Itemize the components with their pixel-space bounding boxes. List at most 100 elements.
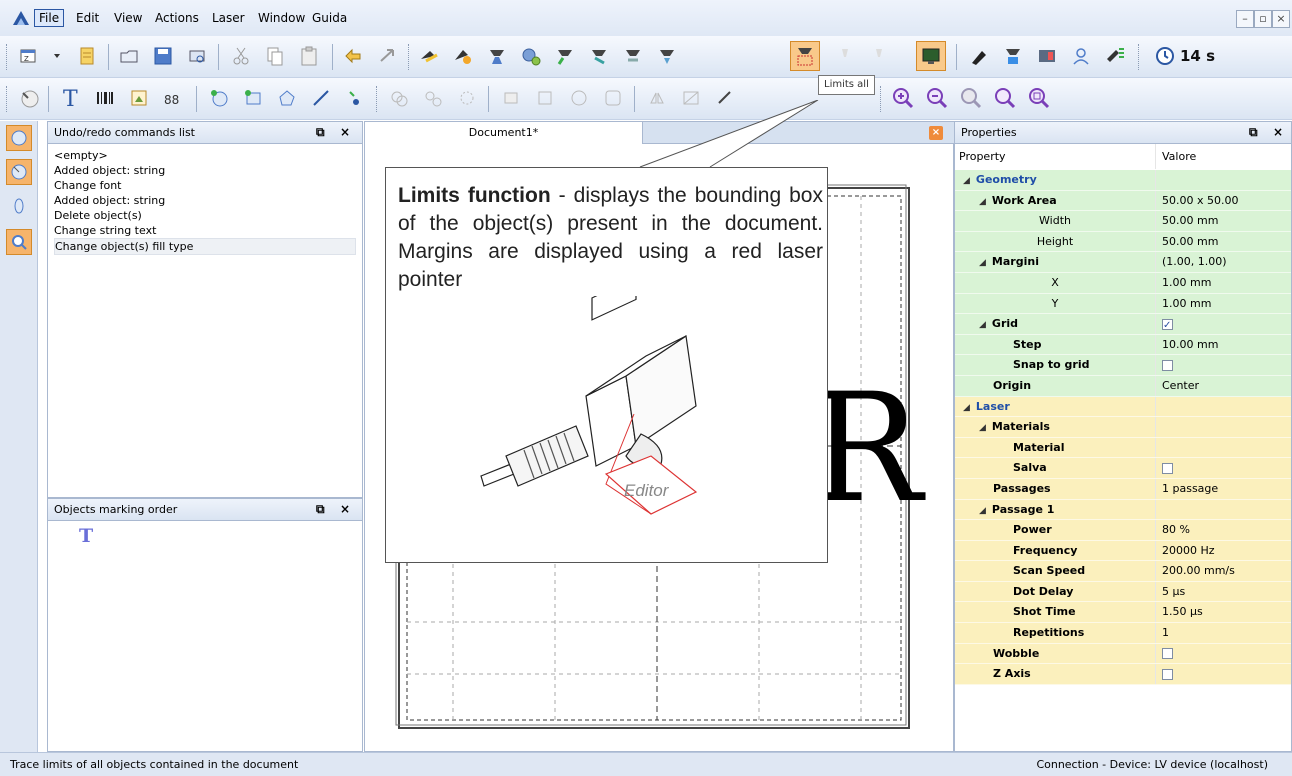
text-tool-icon[interactable]: T xyxy=(56,83,86,113)
property-value[interactable] xyxy=(1155,437,1291,458)
collapse-triangle-icon[interactable]: ◢ xyxy=(963,176,970,186)
image-tool-icon[interactable] xyxy=(124,83,154,113)
monitor-preview-icon[interactable] xyxy=(916,41,946,71)
property-value[interactable]: 50.00 x 50.00 xyxy=(1155,190,1291,211)
property-row[interactable]: Frequency 20000 Hz xyxy=(955,540,1291,562)
property-row[interactable]: Shot Time 1.50 µs xyxy=(955,602,1291,624)
limits-all-button[interactable] xyxy=(790,41,820,71)
laser-grey-icon[interactable] xyxy=(618,41,648,71)
close-icon[interactable]: × xyxy=(1272,10,1290,28)
settings-gears-icon[interactable] xyxy=(516,41,546,71)
user-icon[interactable] xyxy=(1066,41,1096,71)
toolbar-grip[interactable] xyxy=(6,44,9,70)
align-icon[interactable] xyxy=(530,83,560,113)
print-preview-icon[interactable] xyxy=(182,41,212,71)
menu-laser[interactable]: Laser xyxy=(208,10,249,26)
property-row[interactable]: Passages 1 passage xyxy=(955,478,1291,500)
ungroup-icon[interactable] xyxy=(418,83,448,113)
property-row[interactable]: ◢ Grid xyxy=(955,314,1291,336)
collapse-triangle-icon[interactable]: ◢ xyxy=(963,403,970,413)
checkbox[interactable] xyxy=(1162,359,1173,371)
property-value[interactable] xyxy=(1155,314,1291,336)
pin-icon[interactable]: ⧉ xyxy=(1249,122,1258,143)
property-value[interactable]: 10.00 mm xyxy=(1155,334,1291,355)
property-value[interactable] xyxy=(1155,396,1291,417)
property-value[interactable] xyxy=(1155,417,1291,437)
text-object-icon[interactable]: T xyxy=(78,525,96,545)
menu-view[interactable]: View xyxy=(110,10,146,26)
combine-icon[interactable] xyxy=(496,83,526,113)
property-row[interactable]: Snap to grid xyxy=(955,355,1291,376)
property-row[interactable]: Y 1.00 mm xyxy=(955,293,1291,315)
menu-window[interactable]: Window xyxy=(254,10,309,26)
rectangle-shape-icon[interactable] xyxy=(238,83,268,113)
property-value[interactable]: 20000 Hz xyxy=(1155,540,1291,561)
property-row[interactable]: Salva xyxy=(955,458,1291,479)
property-value[interactable]: Center xyxy=(1155,375,1291,396)
laser-green-icon[interactable] xyxy=(550,41,580,71)
property-value[interactable]: (1.00, 1.00) xyxy=(1155,252,1291,272)
point-tool-icon[interactable] xyxy=(340,83,370,113)
new-document-icon[interactable]: Z xyxy=(14,41,44,71)
zoom-selection-icon[interactable] xyxy=(1024,83,1054,113)
save-icon[interactable] xyxy=(148,41,178,71)
property-row[interactable]: Scan Speed 200.00 mm/s xyxy=(955,561,1291,582)
layers-panel-icon[interactable] xyxy=(6,193,32,219)
collapse-triangle-icon[interactable]: ◢ xyxy=(979,320,986,330)
marker-pen-icon[interactable] xyxy=(964,41,994,71)
property-value[interactable] xyxy=(1155,643,1291,664)
checkbox[interactable] xyxy=(1162,462,1173,474)
checkbox[interactable] xyxy=(1162,668,1173,680)
undo-item[interactable]: <empty> xyxy=(54,148,356,163)
laser-head-icon[interactable] xyxy=(482,41,512,71)
property-value[interactable] xyxy=(1155,664,1291,684)
close-icon[interactable]: × xyxy=(1273,122,1283,143)
explode-icon[interactable] xyxy=(452,83,482,113)
pin-icon[interactable]: ⧉ xyxy=(316,122,325,143)
counter-tool-icon[interactable]: 88 xyxy=(158,83,188,113)
property-row[interactable]: Wobble xyxy=(955,643,1291,665)
menu-guida[interactable]: Guida xyxy=(308,10,351,26)
open-notes-icon[interactable] xyxy=(72,41,102,71)
property-value[interactable]: 80 % xyxy=(1155,520,1291,540)
order-panel-icon[interactable] xyxy=(6,159,32,185)
checkbox[interactable] xyxy=(1162,316,1173,336)
checkbox[interactable] xyxy=(1162,648,1173,660)
close-icon[interactable]: × xyxy=(340,122,350,143)
zoom-out-icon[interactable] xyxy=(922,83,952,113)
property-row[interactable]: Dot Delay 5 µs xyxy=(955,581,1291,603)
laser-start-icon[interactable] xyxy=(414,41,444,71)
menu-file[interactable]: File xyxy=(34,9,65,27)
property-value[interactable]: 50.00 mm xyxy=(1155,211,1291,231)
circle-shape-icon[interactable] xyxy=(204,83,234,113)
close-icon[interactable]: × xyxy=(340,499,350,520)
barcode-tool-icon[interactable] xyxy=(90,83,120,113)
minimize-icon[interactable]: – xyxy=(1236,10,1254,28)
laser-test-icon[interactable] xyxy=(998,41,1028,71)
search-panel-icon[interactable] xyxy=(6,229,32,255)
dropdown-arrow-icon[interactable] xyxy=(42,41,72,71)
property-value[interactable] xyxy=(1155,355,1291,375)
property-value[interactable]: 1.50 µs xyxy=(1155,602,1291,623)
property-row[interactable]: ◢ Margini (1.00, 1.00) xyxy=(955,252,1291,273)
select-tool-icon[interactable] xyxy=(14,83,44,113)
polygon-shape-icon[interactable] xyxy=(272,83,302,113)
property-value[interactable] xyxy=(1155,170,1291,190)
paste-icon[interactable] xyxy=(294,41,324,71)
menu-edit[interactable]: Edit xyxy=(72,10,103,26)
property-value[interactable]: 1 xyxy=(1155,623,1291,643)
collapse-triangle-icon[interactable]: ◢ xyxy=(979,506,986,516)
undo-item[interactable]: Added object: string xyxy=(54,193,356,208)
property-row[interactable]: ◢ Laser xyxy=(955,396,1291,418)
redo-icon[interactable] xyxy=(372,41,402,71)
property-row[interactable]: Width 50.00 mm xyxy=(955,211,1291,232)
property-row[interactable]: ◢ Passage 1 xyxy=(955,499,1291,521)
property-row[interactable]: X 1.00 mm xyxy=(955,272,1291,294)
property-row[interactable]: Power 80 % xyxy=(955,520,1291,541)
cut-icon[interactable] xyxy=(226,41,256,71)
property-value[interactable]: 1 passage xyxy=(1155,478,1291,499)
undo-item[interactable]: Added object: string xyxy=(54,163,356,178)
property-row[interactable]: Height 50.00 mm xyxy=(955,231,1291,253)
property-row[interactable]: Repetitions 1 xyxy=(955,623,1291,644)
property-row[interactable]: Z Axis xyxy=(955,664,1291,685)
